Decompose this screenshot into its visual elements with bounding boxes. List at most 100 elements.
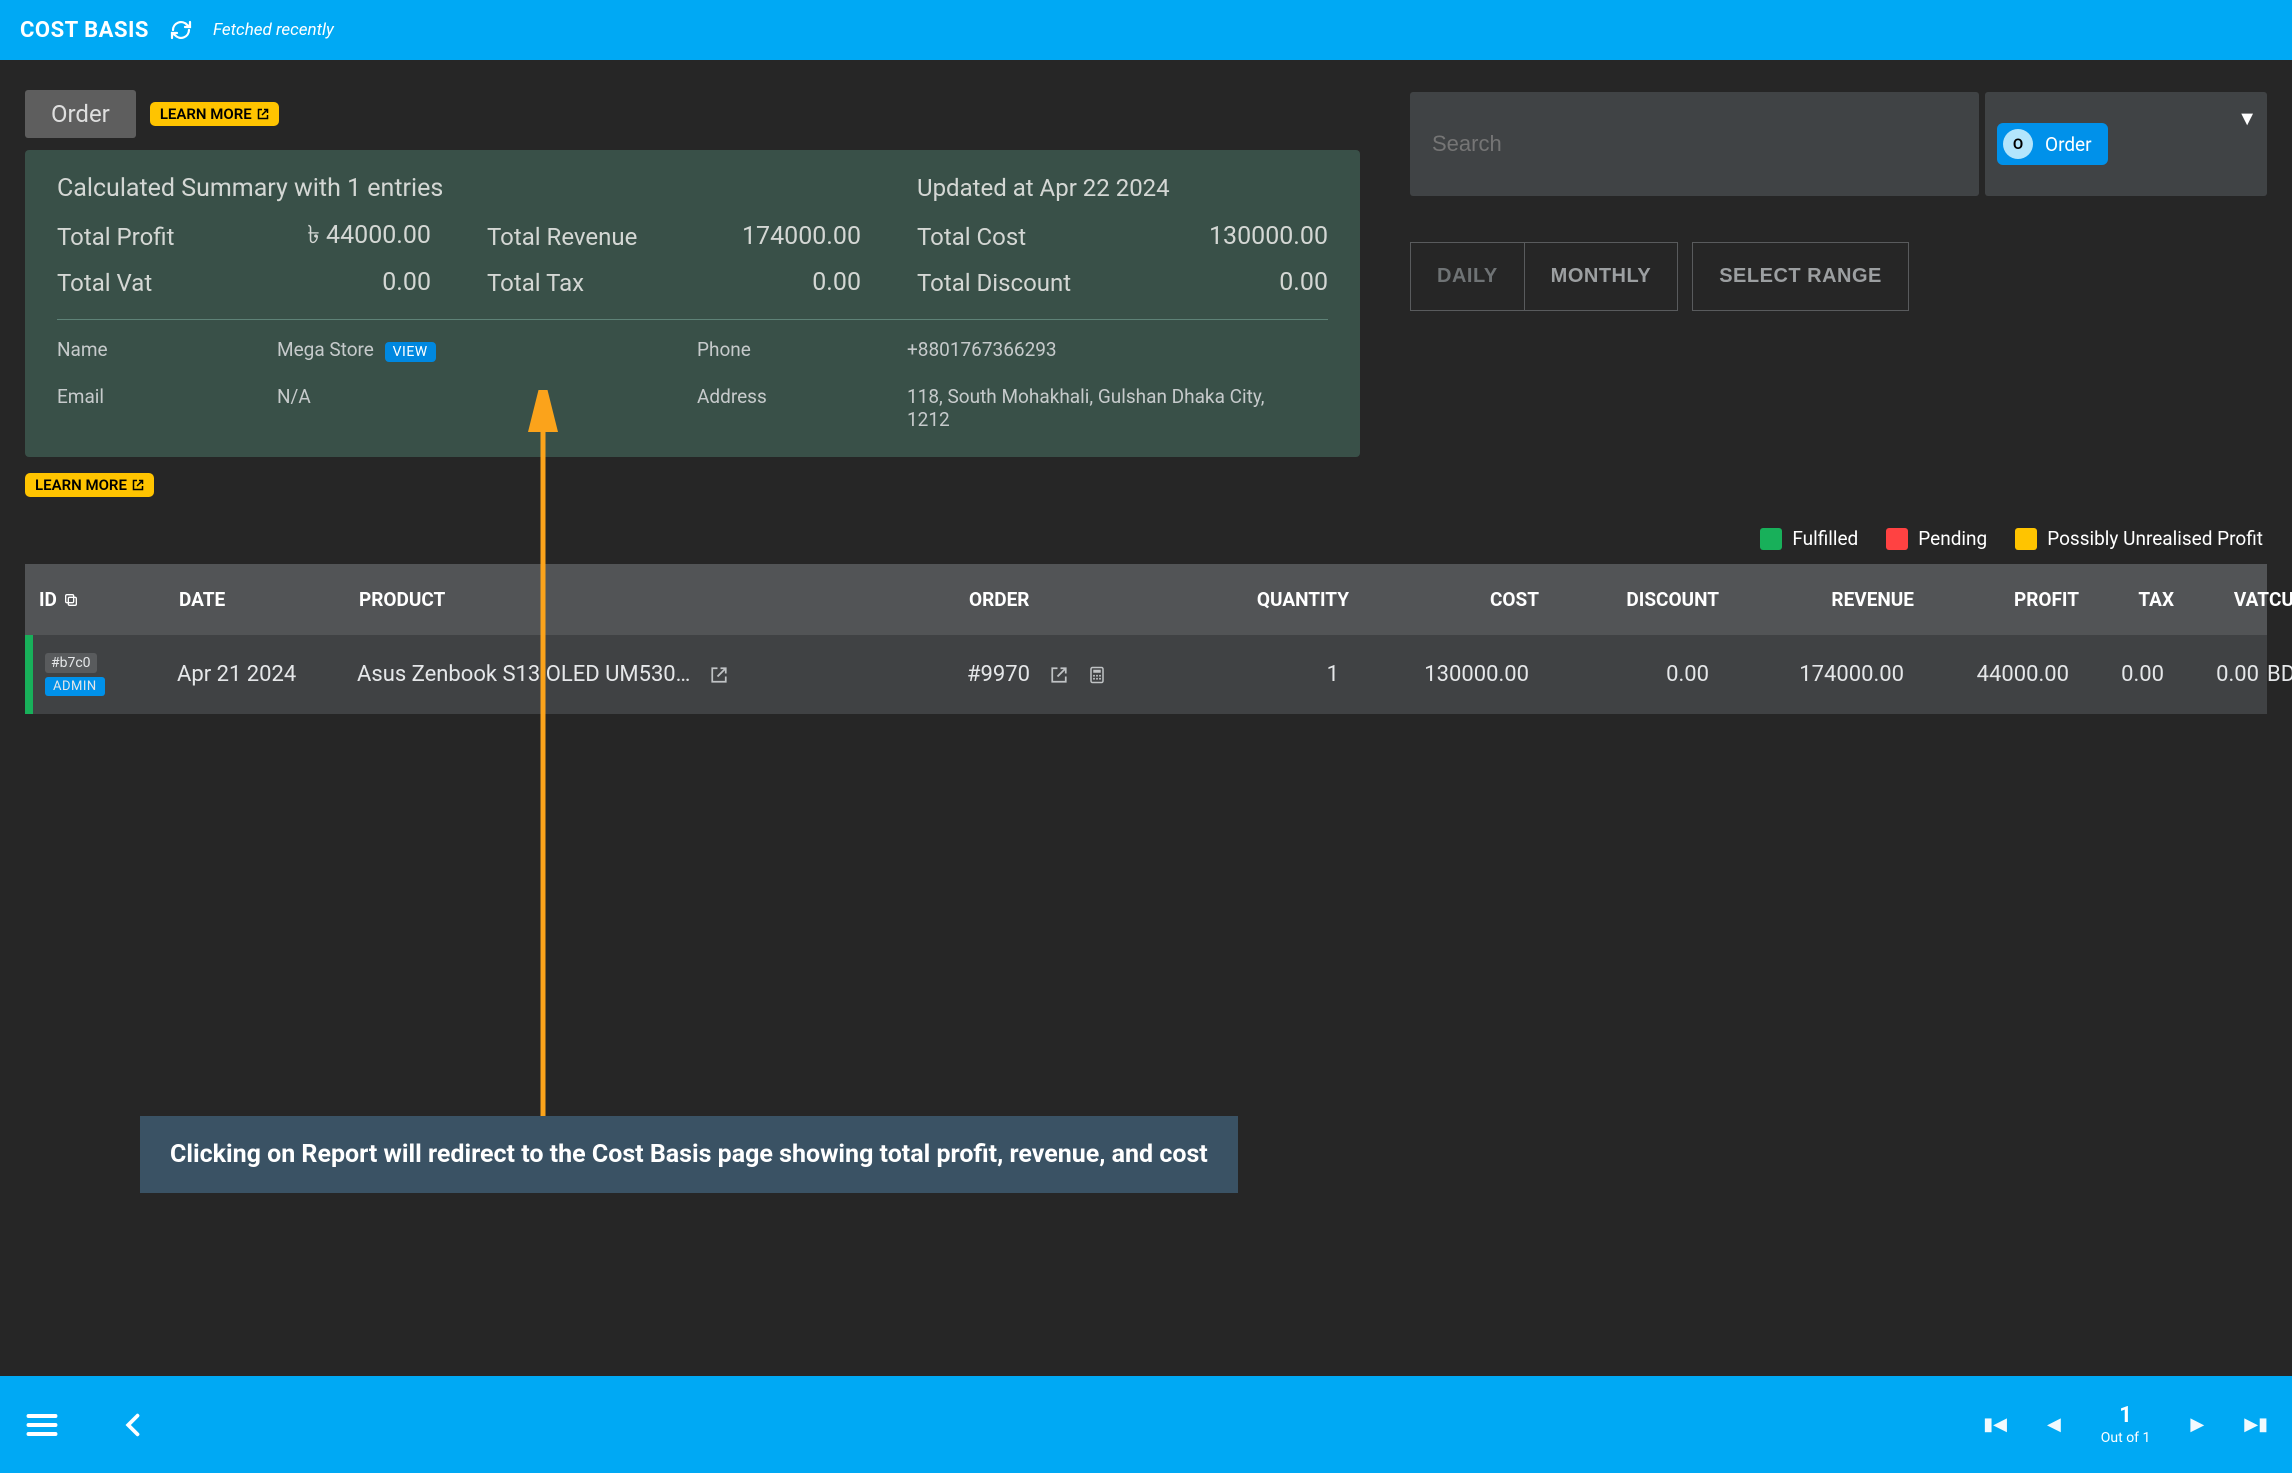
cell-profit: 44000.00 [1908, 662, 2073, 687]
annotation-callout: Clicking on Report will redirect to the … [140, 1116, 1238, 1193]
row-id-pill: #b7c0 [45, 653, 97, 673]
possibly-swatch [2015, 528, 2037, 550]
updated-at-text: Updated at Apr 22 2024 [917, 174, 1328, 203]
pager-first-icon[interactable]: ▮◀ [1983, 1414, 2007, 1435]
store-name: Mega Store [277, 338, 374, 361]
th-id-text: ID [39, 588, 57, 611]
table-row[interactable]: #b7c0 ADMIN Apr 21 2024 Asus Zenbook S13… [25, 635, 2267, 714]
open-order-icon[interactable] [1050, 666, 1068, 684]
menu-icon[interactable] [24, 1407, 60, 1443]
back-icon[interactable] [120, 1411, 148, 1439]
range-segment: DAILY MONTHLY [1410, 242, 1678, 311]
th-cost[interactable]: COST [1349, 588, 1539, 611]
external-link-icon [257, 108, 269, 120]
legend-pending: Pending [1918, 527, 1987, 550]
status-legend: Fulfilled Pending Possibly Unrealised Pr… [25, 527, 2267, 550]
view-store-button[interactable]: VIEW [385, 342, 436, 362]
total-profit-value: ৳ 44000.00 [307, 215, 487, 258]
th-currency[interactable]: CURRENCY [2269, 588, 2292, 611]
pager-next-icon[interactable]: ▶ [2190, 1414, 2204, 1435]
email-value: N/A [277, 385, 697, 431]
product-name: Asus Zenbook S13 OLED UM530… [357, 662, 690, 687]
learn-more-label: LEARN MORE [160, 105, 252, 123]
type-chip-initial: O [2003, 129, 2033, 159]
pager-last-icon[interactable]: ▶▮ [2244, 1414, 2268, 1435]
external-link-icon [132, 479, 144, 491]
table-header-row: ID DATE PRODUCT ORDER QUANTITY COST DISC… [25, 564, 2267, 635]
th-tax[interactable]: TAX [2079, 588, 2174, 611]
th-id[interactable]: ID [39, 588, 179, 611]
th-quantity[interactable]: QUANTITY [1189, 588, 1349, 611]
address-label: Address [697, 385, 907, 431]
total-cost-value: 130000.00 [1209, 222, 1328, 251]
type-chip: O Order [1997, 123, 2108, 165]
admin-badge: ADMIN [45, 677, 105, 696]
calculator-icon[interactable] [1088, 666, 1106, 684]
total-revenue-value: 174000.00 [742, 222, 917, 251]
pager: ▮◀ ◀ 1 Out of 1 ▶ ▶▮ [1983, 1403, 2268, 1446]
pending-swatch [1886, 528, 1908, 550]
annotation-arrow-icon [528, 390, 558, 1130]
legend-possibly: Possibly Unrealised Profit [2047, 527, 2263, 550]
open-product-icon[interactable] [710, 666, 728, 684]
chevron-down-icon: ▼ [2237, 106, 2257, 131]
summary-title: Calculated Summary with 1 entries [57, 174, 917, 203]
phone-label: Phone [697, 338, 907, 361]
fulfilled-swatch [1760, 528, 1782, 550]
total-tax-value: 0.00 [812, 268, 917, 297]
summary-panel-container: Order LEARN MORE Calculated Summary with… [25, 90, 1360, 497]
daily-button[interactable]: DAILY [1411, 243, 1525, 310]
th-vat[interactable]: VAT [2174, 588, 2269, 611]
app-bar: COST BASIS Fetched recently [0, 0, 2292, 60]
cell-product: Asus Zenbook S13 OLED UM530… [353, 662, 963, 687]
copy-icon [63, 592, 79, 608]
th-product[interactable]: PRODUCT [359, 588, 969, 611]
th-discount[interactable]: DISCOUNT [1539, 588, 1719, 611]
cell-vat: 0.00 [2168, 662, 2263, 687]
cell-currency: BDT [2263, 662, 2292, 687]
total-tax-label: Total Tax [487, 269, 584, 297]
cell-quantity: 1 [1183, 662, 1343, 687]
cell-tax: 0.00 [2073, 662, 2168, 687]
learn-more-button-top[interactable]: LEARN MORE [150, 102, 279, 126]
cell-cost: 130000.00 [1343, 662, 1533, 687]
filter-pane: O Order ▼ DAILY MONTHLY SELECT RANGE [1410, 90, 2267, 497]
learn-more-button-bottom[interactable]: LEARN MORE [25, 473, 154, 497]
th-order[interactable]: ORDER [969, 588, 1189, 611]
order-number: #9970 [967, 662, 1030, 687]
type-chip-text: Order [2045, 133, 2092, 156]
phone-value: +8801767366293 [907, 338, 1328, 361]
legend-fulfilled: Fulfilled [1792, 527, 1858, 550]
learn-more-label-2: LEARN MORE [35, 476, 127, 494]
page-title: COST BASIS [20, 18, 149, 43]
th-revenue[interactable]: REVENUE [1719, 588, 1914, 611]
bottom-bar: ▮◀ ◀ 1 Out of 1 ▶ ▶▮ [0, 1376, 2292, 1473]
refresh-icon[interactable] [169, 18, 193, 42]
total-discount-label: Total Discount [917, 269, 1071, 297]
summary-card: Calculated Summary with 1 entries Update… [25, 150, 1360, 457]
monthly-button[interactable]: MONTHLY [1525, 243, 1678, 310]
select-range-button[interactable]: SELECT RANGE [1692, 242, 1909, 311]
total-cost-label: Total Cost [917, 223, 1026, 251]
total-revenue-label: Total Revenue [487, 223, 637, 251]
cell-revenue: 174000.00 [1713, 662, 1908, 687]
total-discount-value: 0.00 [1279, 268, 1328, 297]
email-label: Email [57, 385, 277, 431]
pager-prev-icon[interactable]: ◀ [2047, 1414, 2061, 1435]
total-profit-label: Total Profit [57, 223, 174, 251]
pager-number: 1 [2101, 1403, 2151, 1428]
cell-discount: 0.00 [1533, 662, 1713, 687]
type-select[interactable]: O Order ▼ [1985, 92, 2267, 196]
orders-table: ID DATE PRODUCT ORDER QUANTITY COST DISC… [25, 564, 2267, 714]
address-value: 118, South Mohakhali, Gulshan Dhaka City… [907, 385, 1277, 431]
name-value-cell: Mega Store VIEW [277, 338, 697, 361]
th-profit[interactable]: PROFIT [1914, 588, 2079, 611]
tab-order[interactable]: Order [25, 90, 136, 138]
pager-out-of: Out of 1 [2101, 1430, 2151, 1446]
cell-date: Apr 21 2024 [173, 662, 353, 687]
total-vat-value: 0.00 [382, 268, 487, 297]
search-input[interactable] [1410, 92, 1979, 196]
name-label: Name [57, 338, 277, 361]
cell-order: #9970 [963, 662, 1183, 687]
th-date[interactable]: DATE [179, 588, 359, 611]
